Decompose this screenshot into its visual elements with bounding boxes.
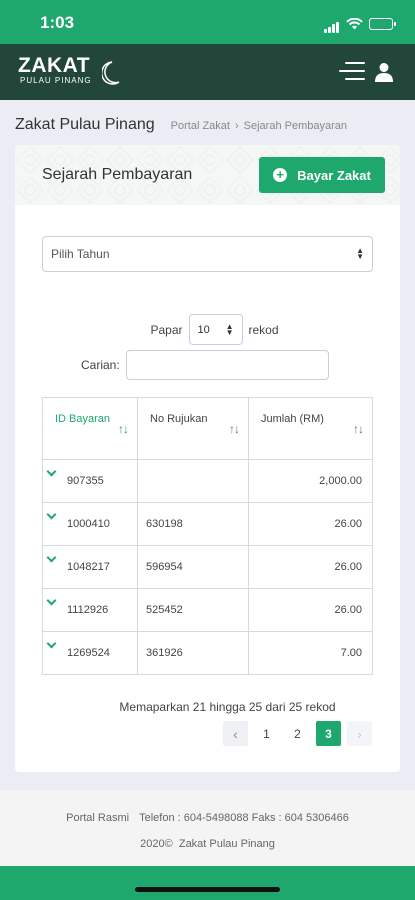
logo-text: ZAKAT (18, 54, 91, 77)
cell-amount: 26.00 (248, 545, 373, 589)
page-button-1[interactable]: 1 (254, 721, 279, 746)
footer-portal-label: Portal Rasmi (66, 812, 130, 824)
cell-id: 1269524 (42, 631, 138, 675)
search-label: Carian: (81, 358, 120, 372)
show-label: Papar (150, 322, 183, 337)
plus-circle-icon: + (273, 168, 288, 182)
table-header-row: ID Bayaran ↑↓ No Rujukan ↑↓ Jumlah (RM) ↑↓ (42, 397, 373, 460)
footer-contact-line: Portal Rasmi Telefon : 604-5498088 Faks :… (0, 812, 415, 824)
year-select-value: Pilih Tahun (51, 247, 110, 261)
breadcrumb: Portal Zakat › Sejarah Pembayaran (171, 120, 347, 132)
bottom-band (0, 866, 415, 900)
pay-zakat-button[interactable]: + Bayar Zakat (259, 157, 385, 193)
search-input[interactable] (125, 350, 329, 380)
cell-amount: 2,000.00 (248, 459, 373, 503)
status-bar: 1:03 (0, 0, 415, 44)
pagination: ‹ 1 2 3 › (223, 721, 372, 746)
column-header-reference[interactable]: No Rujukan ↑↓ (137, 397, 249, 460)
cell-reference: 525452 (137, 588, 249, 632)
chevron-down-icon[interactable] (46, 552, 57, 563)
chevron-down-icon[interactable] (46, 595, 57, 606)
cell-reference: 630198 (137, 502, 249, 546)
page-length-select[interactable]: 10 ▲ ▼ (188, 314, 243, 345)
cell-id: 907355 (42, 459, 138, 503)
table-row[interactable]: 1269524 361926 7.00 (42, 631, 373, 675)
home-indicator[interactable] (135, 887, 280, 892)
card-header: Sejarah Pembayaran + Bayar Zakat (15, 145, 400, 205)
sort-icon: ↑↓ (353, 422, 364, 436)
payment-table: ID Bayaran ↑↓ No Rujukan ↑↓ Jumlah (RM) ↑↓ … (42, 397, 373, 675)
sort-icon: ↑↓ (118, 422, 129, 436)
breadcrumb-portal-link[interactable]: Portal Zakat (171, 120, 230, 132)
status-time: 1:03 (40, 13, 75, 32)
chevron-down-icon[interactable] (46, 638, 57, 649)
page-button-2[interactable]: 2 (285, 721, 310, 746)
select-arrows-icon: ▲ ▼ (225, 321, 234, 337)
page-length-value: 10 (197, 323, 210, 336)
table-row[interactable]: 1048217 596954 26.00 (42, 545, 373, 589)
wifi-icon (346, 18, 363, 30)
signal-icon (324, 15, 340, 33)
footer: Portal Rasmi Telefon : 604-5498088 Faks :… (0, 790, 415, 866)
payment-history-card: Sejarah Pembayaran + Bayar Zakat Pilih T… (15, 145, 400, 772)
status-icons (324, 15, 396, 33)
crescent-icon (102, 61, 120, 85)
footer-org: Zakat Pulau Pinang (178, 838, 275, 850)
cell-id: 1048217 (42, 545, 138, 589)
page-button-3-current[interactable]: 3 (316, 721, 341, 746)
search-control: Carian: (81, 350, 329, 380)
cell-amount: 26.00 (248, 588, 373, 632)
card-title: Sejarah Pembayaran (42, 166, 193, 183)
table-row[interactable]: 1000410 630198 26.00 (42, 502, 373, 546)
cell-reference: 596954 (137, 545, 249, 589)
select-arrows-icon: ▲ ▼ (356, 246, 364, 261)
page-length-control: Papar 10 ▲ ▼ rekod (15, 314, 400, 345)
sort-icon: ↑↓ (229, 422, 240, 436)
next-page-button[interactable]: › (347, 721, 372, 746)
year-select[interactable]: Pilih Tahun ▲ ▼ (42, 236, 373, 272)
top-navbar: ZAKAT PULAU PINANG (0, 44, 415, 100)
pay-zakat-label: Bayar Zakat (297, 167, 371, 183)
cell-id: 1112926 (42, 588, 138, 632)
logo-subtext: PULAU PINANG (20, 76, 92, 85)
table-row[interactable]: 907355 2,000.00 (42, 459, 373, 503)
zakat-logo[interactable]: ZAKAT PULAU PINANG (18, 54, 120, 86)
cell-id: 1000410 (42, 502, 138, 546)
records-label: rekod (248, 322, 279, 337)
footer-contact: Telefon : 604-5498088 Faks : 604 5306466 (139, 812, 349, 824)
hamburger-menu-icon[interactable] (339, 62, 365, 82)
footer-copyright: 2020© (140, 838, 173, 850)
user-icon[interactable] (375, 62, 393, 82)
cell-reference (137, 459, 249, 503)
breadcrumb-current: Sejarah Pembayaran (243, 120, 347, 132)
page-title: Zakat Pulau Pinang (15, 116, 155, 133)
table-row[interactable]: 1112926 525452 26.00 (42, 588, 373, 632)
cell-amount: 7.00 (248, 631, 373, 675)
chevron-down-icon[interactable] (46, 509, 57, 520)
battery-icon (369, 18, 396, 30)
chevron-down-icon[interactable] (46, 466, 57, 477)
column-header-id[interactable]: ID Bayaran ↑↓ (42, 397, 138, 460)
breadcrumb-separator: › (234, 120, 239, 132)
cell-reference: 361926 (137, 631, 249, 675)
cell-amount: 26.00 (248, 502, 373, 546)
previous-page-button[interactable]: ‹ (223, 721, 248, 746)
pagination-info: Memaparkan 21 hingga 25 dari 25 rekod (119, 700, 336, 714)
column-header-amount[interactable]: Jumlah (RM) ↑↓ (248, 397, 373, 460)
footer-copyright-line: 2020© Zakat Pulau Pinang (0, 838, 415, 850)
page-header: Zakat Pulau Pinang Portal Zakat › Sejarah … (15, 116, 347, 134)
